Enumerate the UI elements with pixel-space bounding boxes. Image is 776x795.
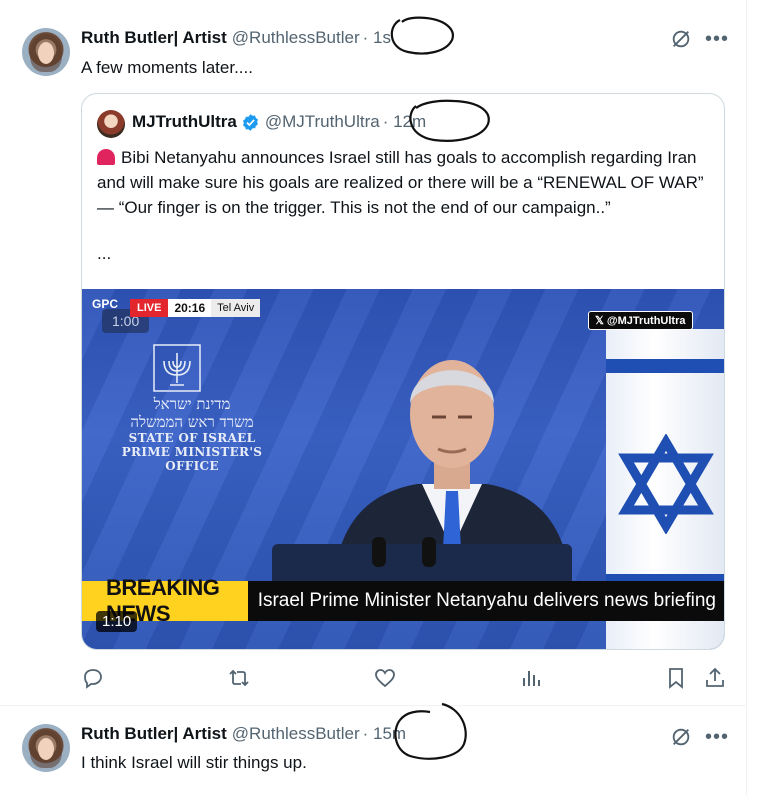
reply-icon[interactable] — [81, 666, 105, 690]
author-handle[interactable]: @RuthlessButler — [232, 28, 360, 48]
avatar[interactable] — [22, 28, 70, 76]
grok-icon[interactable] — [670, 726, 692, 748]
emblem-text: מדינת ישראל משרד ראש הממשלה STATE OF ISR… — [121, 395, 263, 473]
quoted-author-handle[interactable]: @MJTruthUltra — [265, 112, 380, 132]
avatar[interactable] — [22, 724, 70, 772]
quoted-tweet[interactable]: MJTruthUltra @MJTruthUltra · 12m Bibi Ne… — [81, 93, 725, 650]
quoted-header: MJTruthUltra @MJTruthUltra · 12m — [132, 112, 426, 132]
menorah-emblem-icon — [153, 344, 201, 392]
quoted-ellipsis: ... — [97, 244, 112, 263]
like-icon[interactable] — [373, 666, 397, 690]
verified-badge-icon — [242, 113, 258, 131]
share-icon[interactable] — [703, 666, 727, 690]
tweet-header: Ruth Butler| Artist @RuthlessButler · 15… — [81, 724, 406, 746]
video-watermark: 𝕏 @MJTruthUltra — [588, 311, 693, 330]
retweet-icon[interactable] — [227, 666, 251, 690]
quoted-timestamp[interactable]: · 12m — [383, 112, 426, 132]
more-options-icon[interactable]: ••• — [705, 29, 729, 49]
tweet-ruth-2[interactable]: Ruth Butler| Artist @RuthlessButler · 15… — [0, 702, 746, 795]
author-name[interactable]: Ruth Butler| Artist — [81, 28, 227, 48]
video-duration: 1:10 — [96, 611, 138, 632]
siren-emoji-icon — [97, 149, 115, 165]
live-banner: LIVE 20:16 Tel Aviv — [130, 299, 261, 317]
tweet-header: Ruth Butler| Artist @RuthlessButler · 1s — [81, 28, 391, 50]
news-headline: Israel Prime Minister Netanyahu delivers… — [247, 581, 724, 621]
tweet-ruth-1[interactable]: Ruth Butler| Artist @RuthlessButler · 1s… — [0, 0, 746, 705]
grok-icon[interactable] — [670, 28, 692, 50]
quoted-text-body: Bibi Netanyahu announces Israel still ha… — [97, 148, 704, 217]
broadcast-location: Tel Aviv — [211, 299, 261, 317]
quoted-text: Bibi Netanyahu announces Israel still ha… — [97, 145, 712, 220]
video-player[interactable]: מדינת ישראל משרד ראש הממשלה STATE OF ISR… — [82, 289, 724, 649]
hand-drawn-circle — [390, 16, 454, 55]
timestamp[interactable]: · 15m — [363, 724, 406, 744]
author-handle[interactable]: @RuthlessButler — [232, 724, 360, 744]
views-icon[interactable] — [519, 666, 543, 690]
more-options-icon[interactable]: ••• — [705, 727, 729, 747]
bookmark-icon[interactable] — [664, 666, 688, 690]
quoted-author-name[interactable]: MJTruthUltra — [132, 112, 237, 132]
timeline-feed: Ruth Butler| Artist @RuthlessButler · 1s… — [0, 0, 747, 795]
tweet-text: I think Israel will stir things up. — [81, 753, 307, 772]
tweet-action-bar — [0, 666, 746, 692]
microphone — [422, 537, 436, 567]
author-name[interactable]: Ruth Butler| Artist — [81, 724, 227, 744]
timestamp[interactable]: · 1s — [363, 28, 391, 48]
microphone — [372, 537, 386, 567]
tweet-text: A few moments later.... — [81, 58, 253, 77]
breaking-news-bar: BREAKING NEWS Israel Prime Minister Neta… — [82, 575, 724, 626]
quoted-avatar[interactable] — [97, 110, 125, 138]
broadcast-clock: 20:16 — [168, 299, 212, 317]
live-badge: LIVE — [130, 299, 169, 317]
